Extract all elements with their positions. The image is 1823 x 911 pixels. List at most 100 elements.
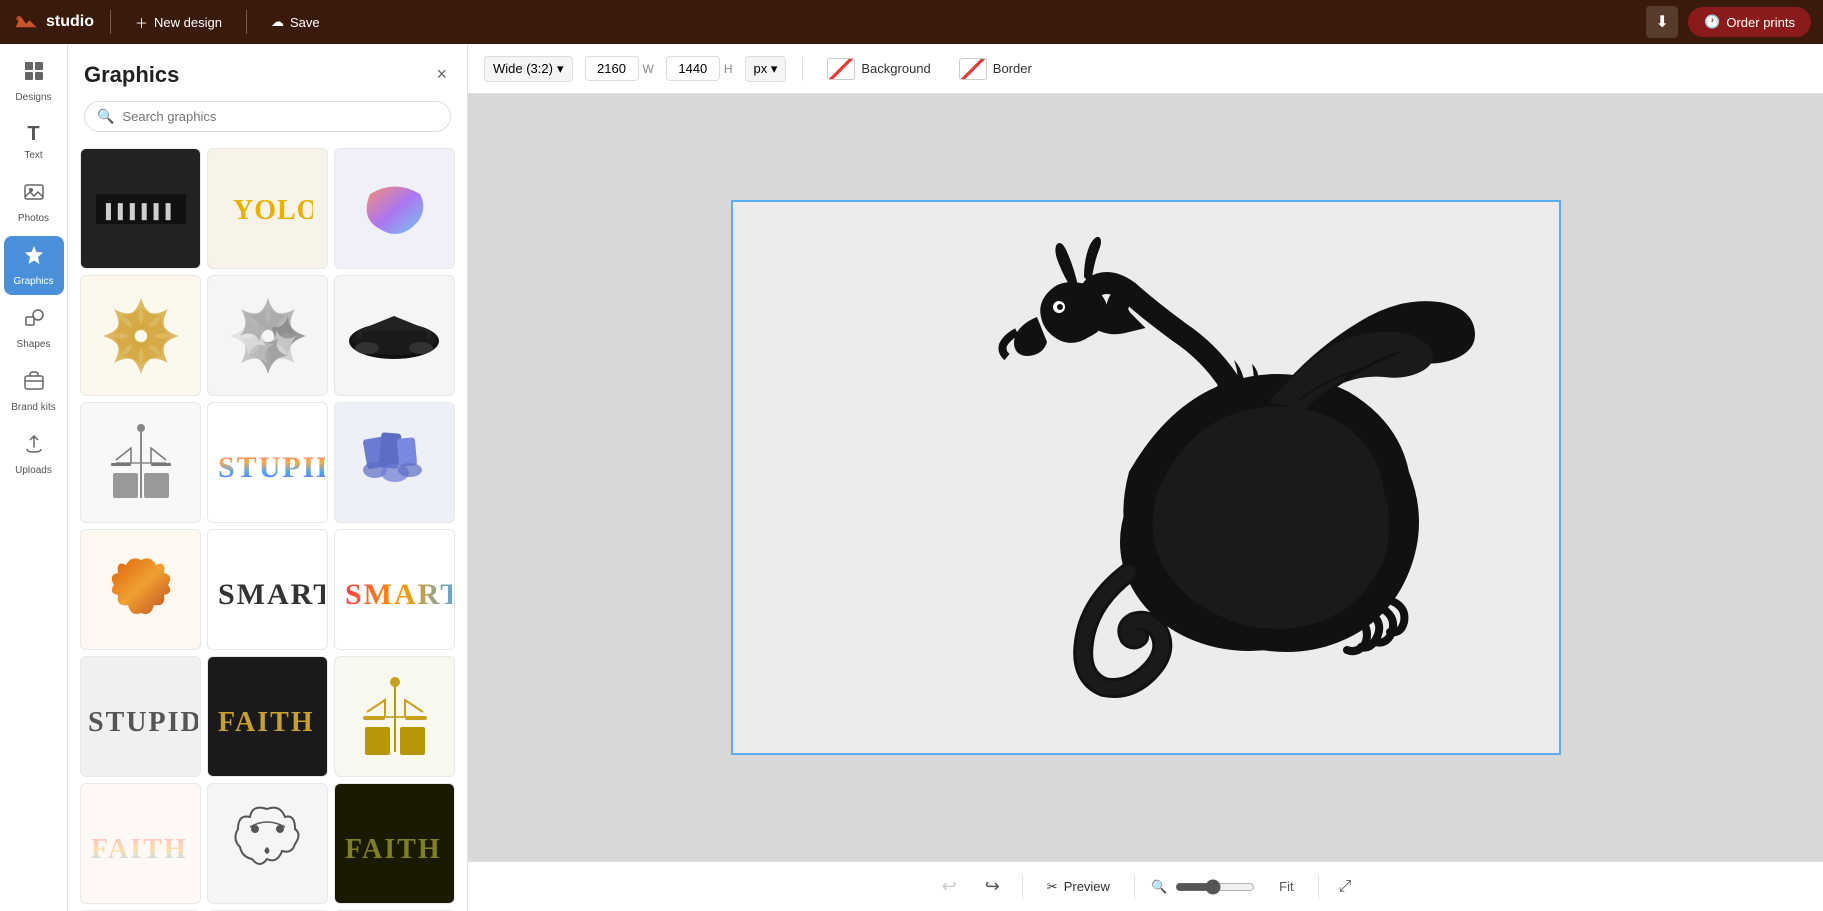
zoom-slider[interactable] xyxy=(1175,879,1255,895)
svg-text:FAITH: FAITH xyxy=(91,834,188,865)
logo-text: studio xyxy=(46,13,94,31)
height-unit-label: H xyxy=(724,62,733,76)
brand-icon xyxy=(23,370,45,398)
new-design-button[interactable]: ＋ New design xyxy=(127,9,230,36)
width-unit-label: W xyxy=(643,62,654,76)
grid-row: STUPID FAITH xyxy=(80,656,455,777)
brand-label: Brand kits xyxy=(11,402,55,413)
grid-item[interactable]: SMART xyxy=(334,529,455,650)
sidebar-item-uploads[interactable]: Uploads xyxy=(4,425,64,484)
grid-item[interactable] xyxy=(334,402,455,523)
separator xyxy=(802,57,803,81)
logo-icon xyxy=(12,11,40,33)
svg-text:▐▐▐▐▐▐: ▐▐▐▐▐▐ xyxy=(101,203,173,221)
search-icon: 🔍 xyxy=(97,108,114,125)
grid-item[interactable]: FAITH xyxy=(334,783,455,904)
search-input[interactable] xyxy=(122,109,438,124)
text-label: Text xyxy=(24,150,42,161)
grid-item[interactable] xyxy=(80,275,201,396)
graphics-icon xyxy=(23,244,45,272)
grid-item[interactable] xyxy=(334,148,455,269)
height-input-group: H xyxy=(666,56,733,81)
grid-item[interactable]: SMART xyxy=(207,529,328,650)
grid-item[interactable] xyxy=(207,275,328,396)
close-panel-button[interactable]: × xyxy=(432,60,451,89)
canvas-board xyxy=(731,200,1561,755)
order-prints-label: Order prints xyxy=(1726,15,1795,30)
canvas-viewport[interactable] xyxy=(468,94,1823,861)
save-button[interactable]: ☁ Save xyxy=(263,10,328,34)
grid-item[interactable] xyxy=(334,275,455,396)
grid-item[interactable] xyxy=(207,783,328,904)
grid-item[interactable]: YOLO xyxy=(207,148,328,269)
order-prints-button[interactable]: 🕐 Order prints xyxy=(1688,7,1811,37)
uploads-label: Uploads xyxy=(15,465,52,476)
sidebar-item-graphics[interactable]: Graphics xyxy=(4,236,64,295)
grid-item[interactable]: STUPID xyxy=(80,656,201,777)
svg-text:FAITH: FAITH xyxy=(218,707,315,738)
chevron-down-icon: ▾ xyxy=(557,61,564,77)
photos-icon xyxy=(23,181,45,209)
grid-row: STUPID xyxy=(80,402,455,523)
border-button[interactable]: Border xyxy=(951,54,1040,84)
search-box: 🔍 xyxy=(84,101,451,132)
designs-icon xyxy=(23,60,45,88)
grid-row: FAITH FAITH xyxy=(80,783,455,904)
download-button[interactable]: ⬇ xyxy=(1646,6,1678,38)
new-design-icon: ＋ xyxy=(135,13,148,32)
height-input[interactable] xyxy=(666,56,720,81)
scissors-icon: ✂ xyxy=(1047,879,1058,895)
bottom-toolbar: ↩ ↪ ✂ Preview 🔍 Fit ⤢ xyxy=(468,861,1823,911)
sidebar-item-photos[interactable]: Photos xyxy=(4,173,64,232)
cloud-icon: ☁ xyxy=(271,14,284,30)
sidebar-item-designs[interactable]: Designs xyxy=(4,52,64,111)
sidebar-item-text[interactable]: T Text xyxy=(4,115,64,169)
size-label: Wide (3:2) xyxy=(493,61,553,76)
logo: studio xyxy=(12,11,94,33)
separator3 xyxy=(1318,875,1319,899)
preview-button[interactable]: ✂ Preview xyxy=(1039,875,1118,899)
unit-label: px xyxy=(754,61,768,76)
shapes-icon xyxy=(23,307,45,335)
grid-item[interactable]: STUPID xyxy=(207,402,328,523)
canvas-area: Wide (3:2) ▾ W H px ▾ Background xyxy=(468,44,1823,911)
separator xyxy=(1022,875,1023,899)
grid-item[interactable]: FAITH xyxy=(207,656,328,777)
topbar-divider xyxy=(110,10,111,34)
grid-row xyxy=(80,275,455,396)
grid-item[interactable]: FAITH xyxy=(80,783,201,904)
size-selector[interactable]: Wide (3:2) ▾ xyxy=(484,56,573,82)
background-button[interactable]: Background xyxy=(819,54,938,84)
background-label: Background xyxy=(861,61,930,76)
redo-button[interactable]: ↪ xyxy=(979,870,1006,903)
graphics-label: Graphics xyxy=(13,276,53,287)
grid-row: ▐▐▐▐▐▐ YOLO xyxy=(80,148,455,269)
width-input[interactable] xyxy=(585,56,639,81)
save-label: Save xyxy=(290,15,320,30)
svg-text:SMART: SMART xyxy=(218,578,325,611)
sidebar-item-shapes[interactable]: Shapes xyxy=(4,299,64,358)
svg-text:STUPID: STUPID xyxy=(88,707,198,738)
grid-item[interactable] xyxy=(80,402,201,523)
main-layout: Designs T Text Photos Graphics Shapes xyxy=(0,44,1823,911)
undo-button[interactable]: ↩ xyxy=(936,870,963,903)
border-label: Border xyxy=(993,61,1032,76)
new-design-label: New design xyxy=(154,15,222,30)
unit-selector[interactable]: px ▾ xyxy=(745,56,787,82)
expand-button[interactable]: ⤢ xyxy=(1335,874,1356,900)
unit-chevron-icon: ▾ xyxy=(771,61,778,76)
dragon-graphic[interactable] xyxy=(929,222,1529,722)
grid-item[interactable] xyxy=(80,529,201,650)
svg-text:SMART: SMART xyxy=(345,578,452,611)
fit-button[interactable]: Fit xyxy=(1271,875,1301,898)
grid-item[interactable]: ▐▐▐▐▐▐ xyxy=(80,148,201,269)
zoom-in-icon: 🔍 xyxy=(1151,879,1167,895)
separator2 xyxy=(1134,875,1135,899)
grid-item[interactable] xyxy=(334,656,455,777)
preview-label: Preview xyxy=(1064,879,1110,894)
sidebar-item-brand[interactable]: Brand kits xyxy=(4,362,64,421)
photos-label: Photos xyxy=(18,213,49,224)
topbar-right: ⬇ 🕐 Order prints xyxy=(1646,6,1811,38)
uploads-icon xyxy=(23,433,45,461)
svg-text:FAITH: FAITH xyxy=(345,834,442,865)
